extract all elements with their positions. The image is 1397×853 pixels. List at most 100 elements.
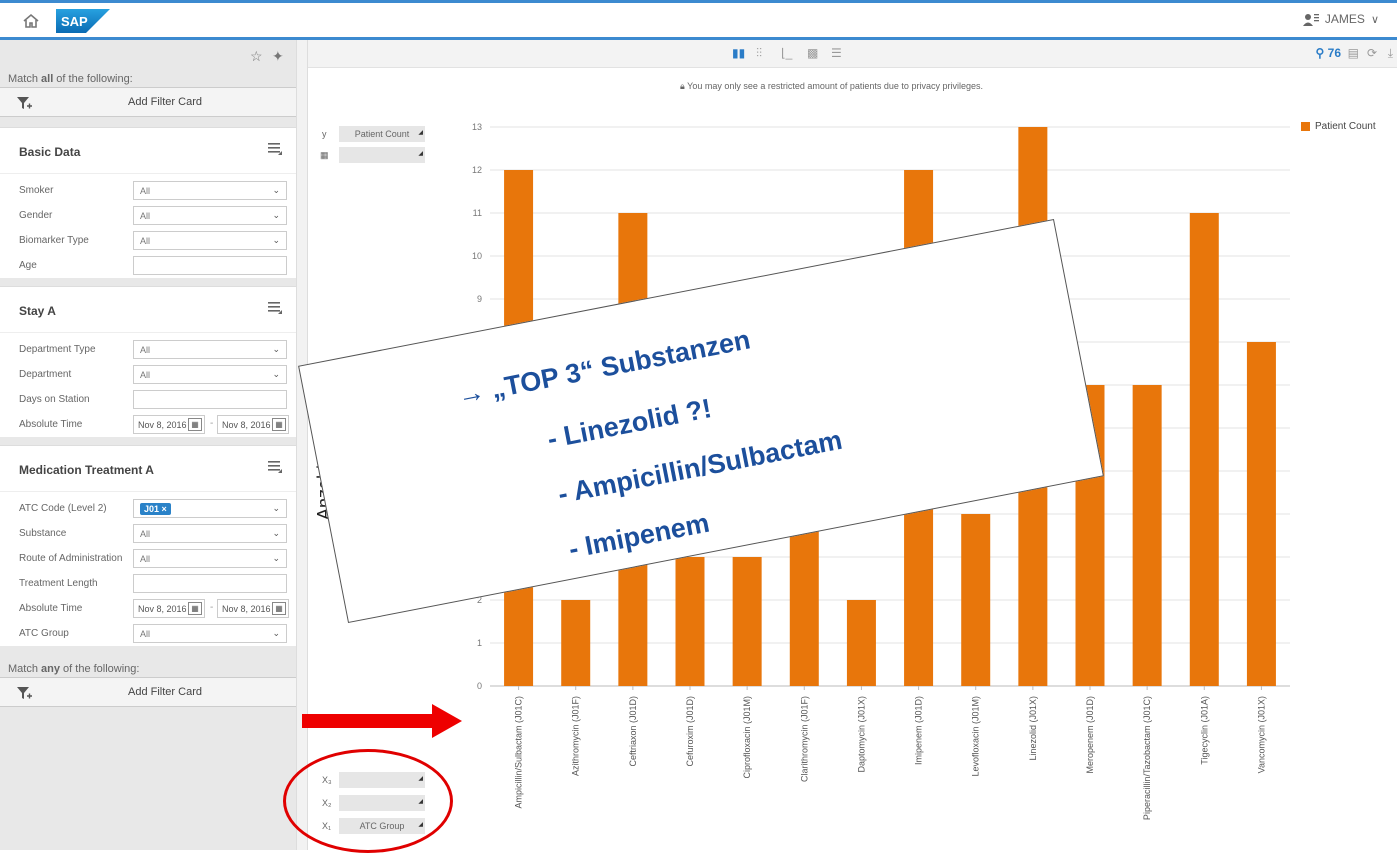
bar xyxy=(675,557,705,686)
field-label: Days on Station xyxy=(19,394,90,405)
date-from-input[interactable]: Nov 8, 2016 ▦ xyxy=(133,415,205,434)
chart-toolbar: ▮▮ ⫶⫶ ⌊_ ▩ ☰ ⚲ 76 ▤ ⟳ ⤓ xyxy=(308,40,1397,68)
card-menu-icon[interactable] xyxy=(268,461,282,473)
add-filter-label: Add Filter Card xyxy=(128,686,202,698)
chevron-down-icon: ⌄ xyxy=(272,528,280,538)
x-tick-label: Tigecyclin (J01A) xyxy=(1199,696,1209,765)
card-title: Basic Data xyxy=(19,145,81,159)
x-tick-label: Ampicillin/Sulbactam (J01C) xyxy=(514,696,524,809)
field-label: Biomarker Type xyxy=(19,235,89,246)
filter-sidebar: ☆ ✦ Match all of the following: Add Filt… xyxy=(0,40,296,850)
chevron-down-icon: ⌄ xyxy=(272,553,280,563)
stay-a-card: Stay A Department Type All ⌄ Department All… xyxy=(0,286,296,437)
date-to-input[interactable]: Nov 8, 2016 ▦ xyxy=(217,599,289,618)
user-icon xyxy=(1302,14,1319,26)
days-on-station-input[interactable] xyxy=(133,390,287,409)
user-name: JAMES xyxy=(1324,12,1365,26)
svg-text:SAP: SAP xyxy=(61,14,88,29)
age-input[interactable] xyxy=(133,256,287,275)
x-tick-label: Ciprofloxacin (J01M) xyxy=(742,696,752,779)
date-from-input[interactable]: Nov 8, 2016 ▦ xyxy=(133,599,205,618)
y-axis-label: y xyxy=(322,129,327,139)
table-icon[interactable]: ▤ xyxy=(1348,46,1359,60)
add-filter-card-button[interactable]: Add Filter Card xyxy=(0,87,296,117)
calendar-icon: ▦ xyxy=(272,418,286,431)
y-tick-label: 0 xyxy=(477,681,482,691)
chevron-down-icon: ⌄ xyxy=(272,369,280,379)
medication-treatment-card: Medication Treatment A ATC Code (Level 2… xyxy=(0,445,296,646)
survival-chart-icon[interactable]: ⌊_ xyxy=(781,46,792,60)
red-arrow-icon xyxy=(302,704,462,738)
field-label: Age xyxy=(19,260,37,271)
chevron-down-icon: ∨ xyxy=(1370,13,1379,26)
refresh-icon[interactable]: ⟳ xyxy=(1367,46,1377,60)
bar-chart-icon[interactable]: ▮▮ xyxy=(732,46,745,60)
smoker-select[interactable]: All ⌄ xyxy=(133,181,287,200)
chevron-down-icon: ⌄ xyxy=(272,503,280,513)
chevron-down-icon: ⌄ xyxy=(272,344,280,354)
chevron-down-icon: ⌄ xyxy=(272,628,280,638)
calendar-icon: ▦ xyxy=(188,602,202,615)
group-by-field[interactable]: ◢ xyxy=(339,147,425,163)
y-tick-label: 10 xyxy=(472,251,482,261)
privacy-note: 🔒︎ You may only see a restricted amount … xyxy=(680,81,983,91)
bar xyxy=(561,600,591,686)
match-all-label: Match all of the following: xyxy=(8,73,133,85)
department-select[interactable]: All ⌄ xyxy=(133,365,287,384)
route-select[interactable]: All ⌄ xyxy=(133,549,287,568)
atc-code-tag[interactable]: J01 × xyxy=(140,503,171,515)
field-label: Department xyxy=(19,369,72,380)
date-to-input[interactable]: Nov 8, 2016 ▦ xyxy=(217,415,289,434)
star-icon[interactable]: ☆ xyxy=(250,48,263,65)
x-tick-label: Cefuroxim (J01D) xyxy=(685,696,695,767)
x-tick-label: Ceftriaxon (J01D) xyxy=(628,696,638,767)
map-icon[interactable]: ▩ xyxy=(807,46,818,60)
group-icon: ▦ xyxy=(320,150,329,160)
x-tick-label: Meropenem (J01D) xyxy=(1085,696,1095,774)
x-tick-label: Imipenem (J01D) xyxy=(914,696,924,765)
y-axis-field[interactable]: Patient Count ◢ xyxy=(339,126,425,142)
atc-code-select[interactable]: J01 × ⌄ xyxy=(133,499,287,518)
x-tick-label: Linezolid (J01X) xyxy=(1028,696,1038,761)
chart-legend: Patient Count xyxy=(1301,121,1376,132)
sap-logo: SAP xyxy=(56,9,110,33)
boxplot-icon[interactable]: ⫶⫶ xyxy=(756,46,762,61)
x-tick-label: Azithromycin (J01F) xyxy=(571,696,581,776)
treatment-length-input[interactable] xyxy=(133,574,287,593)
chevron-down-icon: ⌄ xyxy=(272,185,280,195)
calendar-icon: ▦ xyxy=(272,602,286,615)
field-label: Absolute Time xyxy=(19,419,83,430)
basic-data-card: Basic Data Smoker All ⌄ Gender All ⌄ Biomark… xyxy=(0,127,296,278)
bar xyxy=(789,514,819,686)
field-label: ATC Code (Level 2) xyxy=(19,503,107,514)
y-tick-label: 13 xyxy=(472,122,482,132)
field-label: Smoker xyxy=(19,185,54,196)
lock-icon: 🔒︎ xyxy=(680,81,685,91)
atc-group-select[interactable]: All ⌄ xyxy=(133,624,287,643)
bar xyxy=(1132,385,1162,686)
calendar-icon: ▦ xyxy=(188,418,202,431)
card-menu-icon[interactable] xyxy=(268,143,282,155)
pin-icon[interactable]: ✦ xyxy=(272,48,284,65)
y-tick-label: 12 xyxy=(472,165,482,175)
substance-select[interactable]: All ⌄ xyxy=(133,524,287,543)
field-label: Gender xyxy=(19,210,53,221)
chevron-down-icon: ⌄ xyxy=(272,235,280,245)
add-filter-card-button[interactable]: Add Filter Card xyxy=(0,677,296,707)
list-icon[interactable]: ☰ xyxy=(831,46,842,60)
card-menu-icon[interactable] xyxy=(268,302,282,314)
bar xyxy=(846,600,876,686)
range-dash: - xyxy=(210,418,214,429)
patient-count-badge: ⚲ 76 xyxy=(1315,46,1341,60)
home-icon[interactable] xyxy=(22,12,40,30)
legend-label: Patient Count xyxy=(1315,121,1376,132)
bar xyxy=(1246,342,1276,686)
download-icon[interactable]: ⤓ xyxy=(1388,46,1393,61)
gender-select[interactable]: All ⌄ xyxy=(133,206,287,225)
department-type-select[interactable]: All ⌄ xyxy=(133,340,287,359)
sidebar-toolbar: ☆ ✦ xyxy=(0,40,296,70)
user-menu[interactable]: JAMES ∨ xyxy=(1302,12,1379,26)
biomarker-type-select[interactable]: All ⌄ xyxy=(133,231,287,250)
x-tick-label: Clarithromycin (J01F) xyxy=(799,696,809,782)
field-label: Department Type xyxy=(19,344,96,355)
